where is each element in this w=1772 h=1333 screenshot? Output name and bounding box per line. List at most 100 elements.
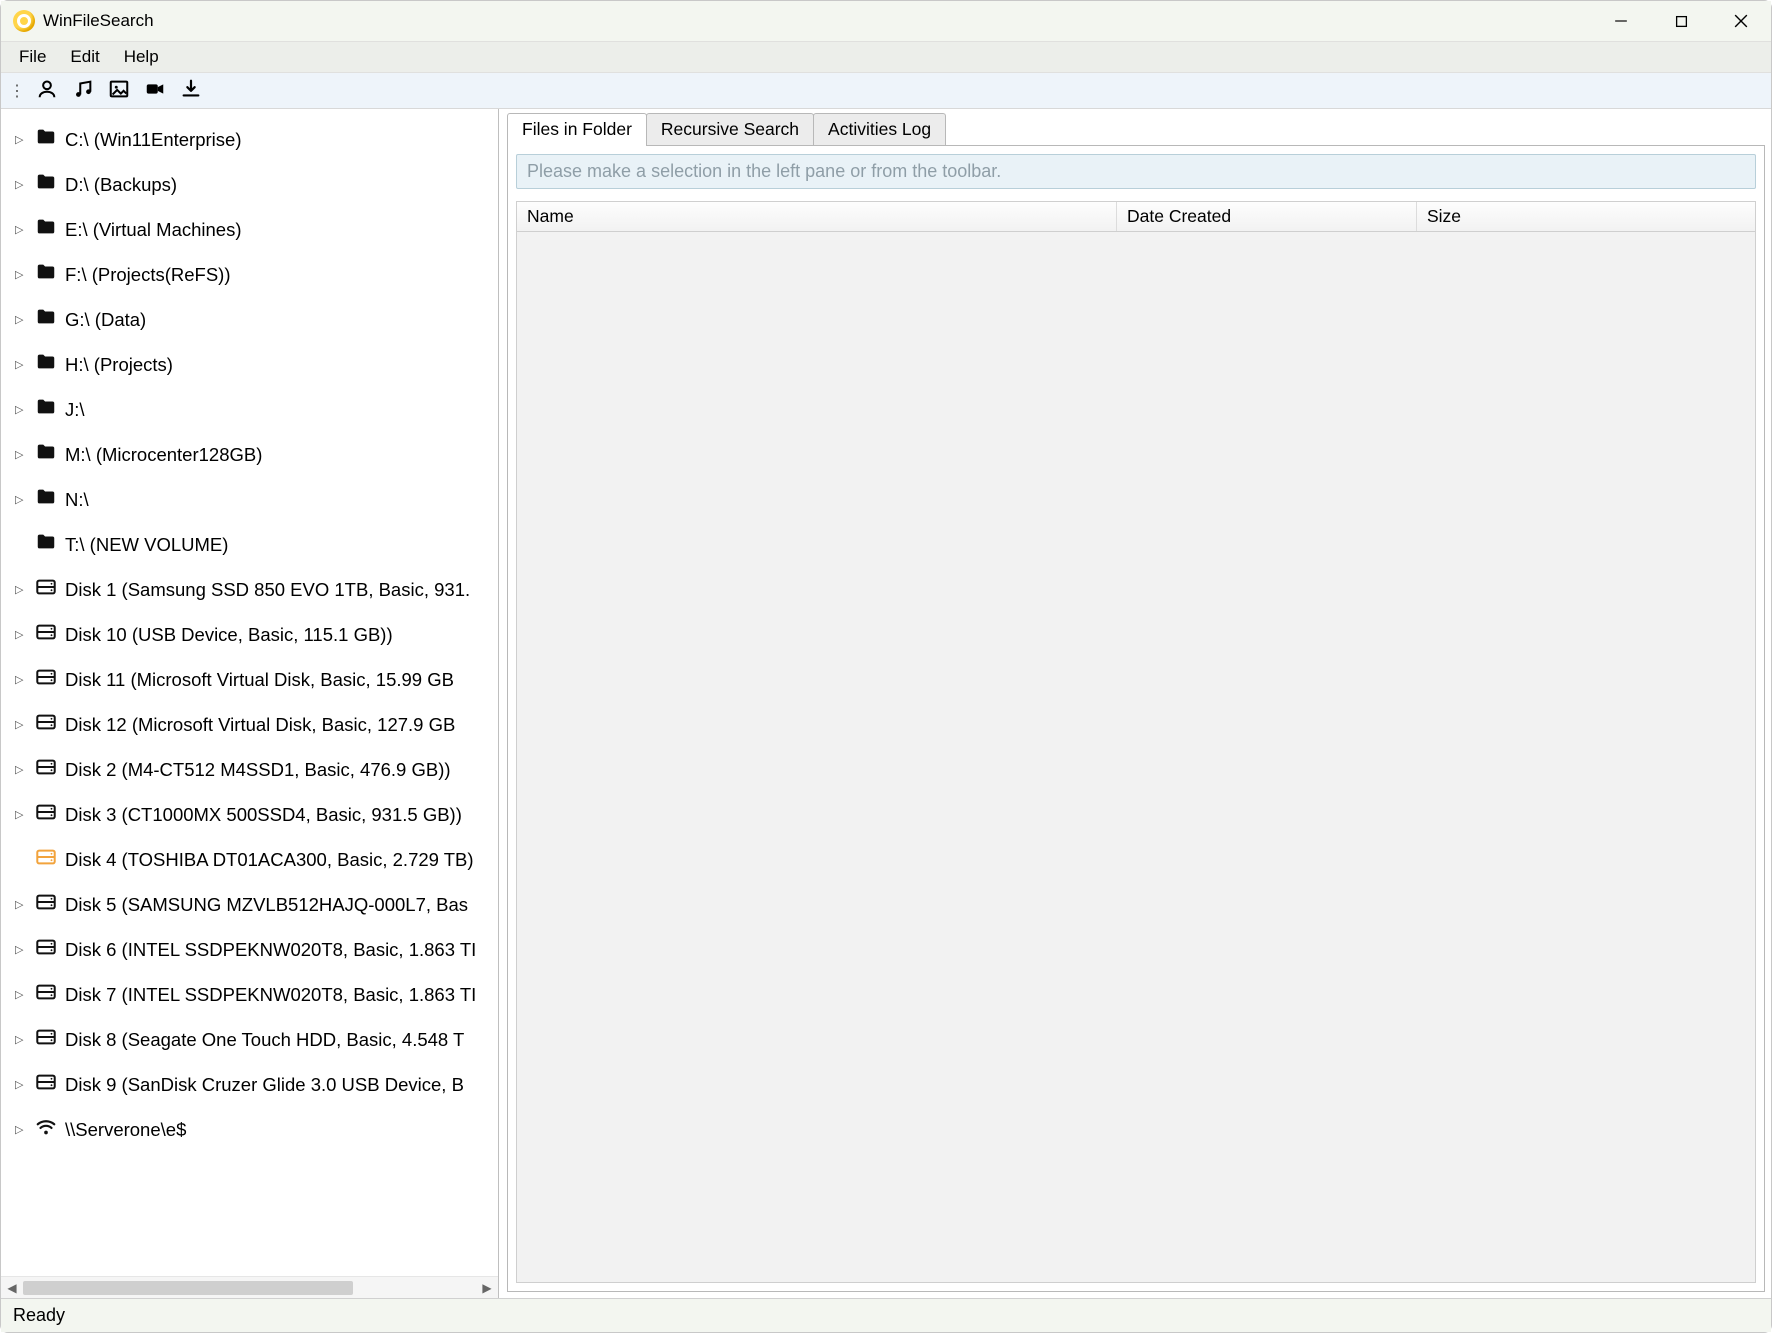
menu-edit[interactable]: Edit (60, 43, 109, 71)
tree-item[interactable]: ▷ J:\ (1, 387, 498, 432)
tree-item-label: Disk 8 (Seagate One Touch HDD, Basic, 4.… (65, 1029, 464, 1051)
folder-icon (35, 216, 65, 243)
expander-icon[interactable]: ▷ (15, 988, 29, 1001)
scroll-track[interactable] (23, 1279, 476, 1297)
tree-item[interactable]: T:\ (NEW VOLUME) (1, 522, 498, 567)
tree-item[interactable]: ▷N:\ (1, 477, 498, 522)
video-icon[interactable] (144, 78, 166, 103)
window-controls (1591, 1, 1771, 41)
tree-item-label: T:\ (NEW VOLUME) (65, 534, 228, 556)
tab-activities-log[interactable]: Activities Log (813, 113, 946, 146)
user-icon[interactable] (36, 78, 58, 103)
tree-item-label: Disk 3 (CT1000MX 500SSD4, Basic, 931.5 G… (65, 804, 462, 826)
tree-item[interactable]: ▷ \\Serverone\e$ (1, 1107, 498, 1152)
tab-recursive-search[interactable]: Recursive Search (646, 113, 814, 146)
tree-item[interactable]: ▷ G:\ (Data) (1, 297, 498, 342)
tree-item-label: Disk 9 (SanDisk Cruzer Glide 3.0 USB Dev… (65, 1074, 464, 1096)
tab-files-in-folder[interactable]: Files in Folder (507, 113, 647, 146)
disk-warn-icon (35, 846, 65, 873)
menu-file[interactable]: File (9, 43, 56, 71)
column-size[interactable]: Size (1417, 202, 1755, 231)
minimize-button[interactable] (1591, 1, 1651, 41)
tree-item-label: D:\ (Backups) (65, 174, 177, 196)
tree-item[interactable]: ▷Disk 6 (INTEL SSDPEKNW020T8, Basic, 1.8… (1, 927, 498, 972)
expander-icon[interactable]: ▷ (15, 808, 29, 821)
tree-item-label: Disk 2 (M4-CT512 M4SSD1, Basic, 476.9 GB… (65, 759, 451, 781)
horizontal-scrollbar[interactable]: ◀ ▶ (1, 1276, 498, 1298)
tree-item[interactable]: ▷ Disk 11 (Microsoft Virtual Disk, Basic,… (1, 657, 498, 702)
disk-icon (35, 1071, 65, 1098)
tree-item[interactable]: ▷ Disk 3 (CT1000MX 500SSD4, Basic, 931.5 … (1, 792, 498, 837)
tree-item[interactable]: Disk 4 (TOSHIBA DT01ACA300, Basic, 2.729… (1, 837, 498, 882)
disk-icon (35, 1026, 65, 1053)
tree-item[interactable]: ▷ E:\ (Virtual Machines) (1, 207, 498, 252)
expander-icon[interactable]: ▷ (15, 313, 29, 326)
toolbar: ⋮ (1, 73, 1771, 109)
tree-item-label: Disk 11 (Microsoft Virtual Disk, Basic, … (65, 669, 454, 691)
expander-icon[interactable]: ▷ (15, 1123, 29, 1136)
tree-item[interactable]: ▷M:\ (Microcenter128GB) (1, 432, 498, 477)
tree-item-label: Disk 1 (Samsung SSD 850 EVO 1TB, Basic, … (65, 579, 470, 601)
expander-icon[interactable]: ▷ (15, 763, 29, 776)
tree-item[interactable]: ▷ Disk 12 (Microsoft Virtual Disk, Basic,… (1, 702, 498, 747)
expander-icon[interactable]: ▷ (15, 223, 29, 236)
tree-item[interactable]: ▷ Disk 5 (SAMSUNG MZVLB512HAJQ-000L7, Bas (1, 882, 498, 927)
disk-icon (35, 621, 65, 648)
tree-item[interactable]: ▷ Disk 2 (M4-CT512 M4SSD1, Basic, 476.9 G… (1, 747, 498, 792)
main-area: ▷C:\ (Win11Enterprise)▷D:\ (Backups)▷E:\… (1, 109, 1771, 1298)
grid-body[interactable] (516, 232, 1756, 1283)
expander-icon[interactable]: ▷ (15, 133, 29, 146)
tab-bar: Files in Folder Recursive Search Activit… (507, 113, 1765, 146)
expander-icon[interactable]: ▷ (15, 268, 29, 281)
status-bar: Ready (1, 1298, 1771, 1332)
tree-item-label: \\Serverone\e$ (65, 1119, 186, 1141)
expander-icon[interactable]: ▷ (15, 178, 29, 191)
window-title: WinFileSearch (43, 11, 154, 31)
disk-icon (35, 666, 65, 693)
folder-icon (35, 441, 65, 468)
tree-item-label: Disk 12 (Microsoft Virtual Disk, Basic, … (65, 714, 455, 736)
menu-bar: File Edit Help (1, 41, 1771, 73)
expander-icon[interactable]: ▷ (15, 1033, 29, 1046)
expander-icon[interactable]: ▷ (15, 403, 29, 416)
tree-item[interactable]: ▷C:\ (Win11Enterprise) (1, 117, 498, 162)
column-date-created[interactable]: Date Created (1117, 202, 1417, 231)
tree-view[interactable]: ▷C:\ (Win11Enterprise)▷D:\ (Backups)▷E:\… (1, 109, 498, 1276)
scroll-left-icon[interactable]: ◀ (1, 1281, 23, 1295)
expander-icon[interactable]: ▷ (15, 943, 29, 956)
folder-icon (35, 171, 65, 198)
download-icon[interactable] (180, 78, 202, 103)
disk-icon (35, 801, 65, 828)
expander-icon[interactable]: ▷ (15, 628, 29, 641)
close-button[interactable] (1711, 1, 1771, 41)
scroll-thumb[interactable] (23, 1281, 353, 1295)
expander-icon[interactable]: ▷ (15, 583, 29, 596)
menu-help[interactable]: Help (114, 43, 169, 71)
tree-item-label: Disk 5 (SAMSUNG MZVLB512HAJQ-000L7, Bas (65, 894, 468, 916)
expander-icon[interactable]: ▷ (15, 493, 29, 506)
tree-item-label: G:\ (Data) (65, 309, 146, 331)
scroll-right-icon[interactable]: ▶ (476, 1281, 498, 1295)
tree-item[interactable]: ▷ D:\ (Backups) (1, 162, 498, 207)
expander-icon[interactable]: ▷ (15, 358, 29, 371)
expander-icon[interactable]: ▷ (15, 673, 29, 686)
image-icon[interactable] (108, 78, 130, 103)
column-name[interactable]: Name (517, 202, 1117, 231)
expander-icon[interactable]: ▷ (15, 1078, 29, 1091)
expander-icon[interactable]: ▷ (15, 448, 29, 461)
tree-item[interactable]: ▷ Disk 1 (Samsung SSD 850 EVO 1TB, Basic,… (1, 567, 498, 612)
disk-icon (35, 936, 65, 963)
tree-item[interactable]: ▷F:\ (Projects(ReFS)) (1, 252, 498, 297)
tree-item-label: J:\ (65, 399, 85, 421)
maximize-button[interactable] (1651, 1, 1711, 41)
tree-item[interactable]: ▷Disk 7 (INTEL SSDPEKNW020T8, Basic, 1.8… (1, 972, 498, 1017)
tree-item[interactable]: ▷Disk 10 (USB Device, Basic, 115.1 GB)) (1, 612, 498, 657)
tree-item-label: E:\ (Virtual Machines) (65, 219, 242, 241)
expander-icon[interactable]: ▷ (15, 898, 29, 911)
tree-item[interactable]: ▷ Disk 8 (Seagate One Touch HDD, Basic, 4… (1, 1017, 498, 1062)
tree-item[interactable]: ▷ Disk 9 (SanDisk Cruzer Glide 3.0 USB De… (1, 1062, 498, 1107)
expander-icon[interactable]: ▷ (15, 718, 29, 731)
music-icon[interactable] (72, 78, 94, 103)
folder-icon (35, 351, 65, 378)
tree-item[interactable]: ▷H:\ (Projects) (1, 342, 498, 387)
